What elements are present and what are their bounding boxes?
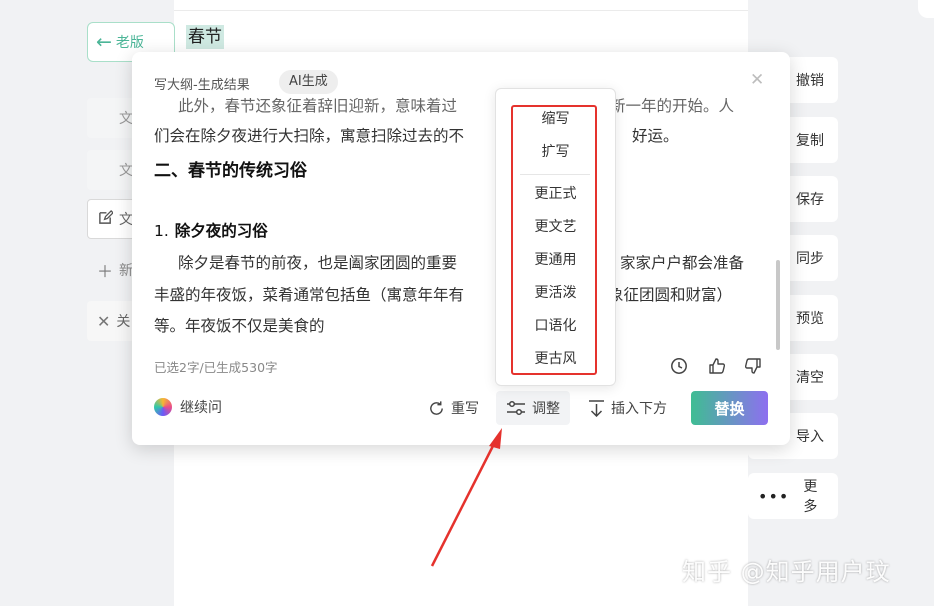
content-scrollbar[interactable] <box>776 260 780 350</box>
menu-item-lively[interactable]: 更活泼 <box>496 279 615 307</box>
old-version-label: 老版 <box>115 35 144 51</box>
ai-orb-icon <box>154 398 172 416</box>
insert-below-button[interactable]: 插入下方 <box>578 391 677 425</box>
import-label: 导入 <box>796 429 824 445</box>
menu-item-general[interactable]: 更通用 <box>496 246 615 274</box>
content-line: 象征团圆和财富） <box>608 286 733 304</box>
document-heading-selected[interactable]: 春节 <box>186 25 224 49</box>
sync-label: 同步 <box>796 251 824 267</box>
continue-ask-button[interactable]: 继续问 <box>154 397 222 417</box>
insert-below-label: 插入下方 <box>611 401 667 417</box>
save-label: 保存 <box>796 192 824 208</box>
word-count-status: 已选2字/已生成530字 <box>154 360 278 375</box>
watermark: 知乎 @知乎用户玟 <box>682 558 891 586</box>
adjust-button[interactable]: 调整 <box>496 391 570 425</box>
left-menu-label: 新 <box>119 263 134 279</box>
rewrite-button[interactable]: 重写 <box>418 391 489 425</box>
adjust-menu: 缩写 扩写 更正式 更文艺 更通用 更活泼 口语化 更古风 <box>495 88 616 386</box>
clear-label: 清空 <box>796 370 824 386</box>
content-line: 家家户户都会准备 <box>620 254 745 272</box>
left-menu-label: 文 <box>119 163 133 179</box>
history-icon[interactable] <box>668 355 690 377</box>
more-icon: ••• <box>758 486 790 506</box>
left-menu-label: 关 <box>116 314 131 330</box>
menu-item-classical[interactable]: 更古风 <box>496 345 615 373</box>
menu-divider <box>520 174 590 175</box>
menu-item-shorten[interactable]: 缩写 <box>496 105 615 133</box>
close-icon[interactable]: ✕ <box>750 70 764 90</box>
arrow-left-icon: ← <box>96 30 112 53</box>
subsection-heading: 1. 除夕夜的习俗 <box>154 219 268 243</box>
menu-item-expand[interactable]: 扩写 <box>496 138 615 166</box>
content-line: 好运。 <box>632 127 679 145</box>
subsection-title: 除夕夜的习俗 <box>174 222 268 240</box>
close-icon: ✕ <box>97 311 111 331</box>
preview-label: 预览 <box>796 311 824 327</box>
undo-label: 撤销 <box>796 73 824 89</box>
content-line: 此外，春节还象征着辞旧迎新，意味着过 <box>178 97 458 115</box>
panel-edge <box>918 0 934 18</box>
content-line: 们会在除夕夜进行大扫除，寓意扫除过去的不 <box>154 127 465 145</box>
more-button[interactable]: ••• 更多 <box>748 473 838 519</box>
replace-button[interactable]: 替换 <box>691 391 768 425</box>
section-heading: 二、春节的传统习俗 <box>154 161 307 181</box>
ai-generated-badge: AI生成 <box>279 70 338 94</box>
plus-icon: ＋ <box>97 262 114 281</box>
sliders-icon <box>507 400 525 415</box>
content-line: 丰盛的年夜饭，菜肴通常包括鱼（寓意年年有 <box>154 286 465 304</box>
menu-item-formal[interactable]: 更正式 <box>496 180 615 208</box>
menu-item-colloquial[interactable]: 口语化 <box>496 312 615 340</box>
content-line: 新一年的开始。人 <box>610 97 735 115</box>
more-label: 更多 <box>803 479 818 515</box>
adjust-label: 调整 <box>532 401 560 417</box>
refresh-icon <box>430 400 443 415</box>
content-line: 除夕是春节的前夜，也是阖家团圆的重要 <box>178 254 458 272</box>
rewrite-label: 重写 <box>451 401 479 417</box>
copy-label: 复制 <box>796 133 824 149</box>
panel-title: 写大纲-生成结果 <box>154 78 250 93</box>
content-line: 等。年夜饭不仅是美食的 <box>154 317 325 335</box>
generated-content: 此外，春节还象征着辞旧迎新，意味着过 新一年的开始。人 们会在除夕夜进行大扫除，… <box>154 96 764 340</box>
thumbs-down-icon[interactable] <box>742 355 764 377</box>
left-menu-label: 文 <box>119 111 133 127</box>
edit-icon <box>98 209 114 229</box>
menu-item-literary[interactable]: 更文艺 <box>496 213 615 241</box>
divider <box>174 10 748 11</box>
left-menu-label: 文 <box>119 212 133 228</box>
insert-below-icon <box>589 400 604 417</box>
thumbs-up-icon[interactable] <box>706 355 728 377</box>
ai-result-panel: 写大纲-生成结果 AI生成 ✕ 此外，春节还象征着辞旧迎新，意味着过 新一年的开… <box>132 52 790 445</box>
continue-ask-label: 继续问 <box>180 400 222 416</box>
subsection-number: 1. <box>154 222 169 240</box>
